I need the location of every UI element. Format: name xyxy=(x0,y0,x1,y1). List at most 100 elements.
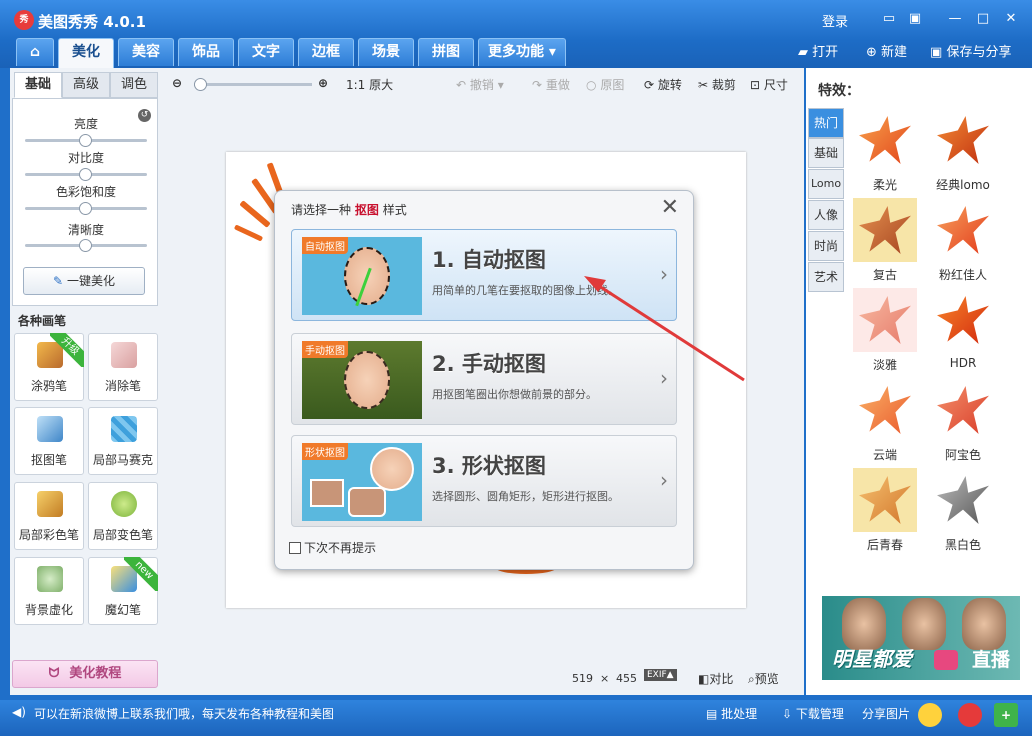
option-shape-cutout[interactable]: 形状抠图 3. 形状抠图 选择圆形、圆角矩形，矩形进行抠图。 › xyxy=(291,435,677,527)
one-key-beautify-button[interactable]: ✎ 一键美化 xyxy=(23,267,145,295)
brush-magic[interactable]: new 魔幻笔 xyxy=(88,557,158,625)
zoom-knob[interactable] xyxy=(194,78,207,91)
qzone-icon[interactable] xyxy=(918,703,942,727)
login-link[interactable]: 登录 xyxy=(822,11,848,30)
slider-contrast[interactable] xyxy=(25,168,147,181)
resize-button[interactable]: ⊡ 尺寸 xyxy=(750,76,788,93)
brush-doodle[interactable]: 升级 涂鸦笔 xyxy=(14,333,84,401)
effects-title: 特效： xyxy=(818,83,860,99)
brush-cutout[interactable]: 抠图笔 xyxy=(14,407,84,475)
tab-accessories[interactable]: 饰品 xyxy=(178,38,234,66)
subtab-color[interactable]: 调色 xyxy=(110,72,158,98)
brush-section-title: 各种画笔 xyxy=(18,314,67,328)
effect-soft-light[interactable]: 柔光 xyxy=(850,108,920,193)
left-panel: 基础 高级 调色 ↺ 亮度 对比度 色彩饱和度 清晰度 ✎ 一键美化 各种画笔 … xyxy=(10,68,162,695)
effect-classic-lomo[interactable]: 经典lomo xyxy=(928,108,998,193)
exif-button[interactable]: EXIF▲ xyxy=(644,669,677,681)
tab-text[interactable]: 文字 xyxy=(238,38,294,66)
feedback-icon[interactable]: ▭ xyxy=(880,11,898,27)
zoom-out-icon[interactable]: ⊖ xyxy=(172,76,182,90)
undo-button[interactable]: ↶ 撤销 ▾ xyxy=(456,76,504,93)
zoom-slider[interactable] xyxy=(194,78,312,91)
slider-knob[interactable] xyxy=(79,202,92,215)
menu-icon[interactable]: ▣ xyxy=(906,11,924,27)
flame-stroke xyxy=(239,200,271,228)
home-icon[interactable]: ⌂ xyxy=(16,38,54,66)
brush-eraser[interactable]: 消除笔 xyxy=(88,333,158,401)
subtab-advanced[interactable]: 高级 xyxy=(62,72,110,98)
brush-mosaic[interactable]: 局部马赛克 xyxy=(88,407,158,475)
effect-black-white[interactable]: 黑白色 xyxy=(928,468,998,553)
original-button[interactable]: ○ 原图 xyxy=(586,76,624,93)
plus-icon: ⊕ xyxy=(866,45,877,60)
header: 秀 美图秀秀 4.0.1 登录 ▭ ▣ — □ ✕ ⌂ 美化 美容 饰品 文字 … xyxy=(0,0,1032,68)
compare-button[interactable]: ◧对比 xyxy=(698,670,733,687)
slider-knob[interactable] xyxy=(79,239,92,252)
tab-beautify[interactable]: 美化 xyxy=(58,38,114,68)
slider-knob[interactable] xyxy=(79,168,92,181)
image-width: 519 xyxy=(572,672,593,685)
crop-button[interactable]: ✂ 裁剪 xyxy=(698,76,736,93)
tab-beauty[interactable]: 美容 xyxy=(118,38,174,66)
slider-sharpness[interactable] xyxy=(25,239,147,252)
eagle-image xyxy=(859,386,911,434)
brush-recolor[interactable]: 局部变色笔 xyxy=(88,482,158,550)
tutorial-button[interactable]: ᗢ 美化教程 xyxy=(12,660,158,688)
open-button[interactable]: ▰ 打开 xyxy=(798,41,838,60)
preview-button[interactable]: ⌕预览 xyxy=(748,670,779,687)
folder-icon: ▰ xyxy=(798,45,808,60)
category-portrait[interactable]: 人像 xyxy=(808,200,844,230)
maximize-icon[interactable]: □ xyxy=(974,11,992,27)
batch-button[interactable]: ▤ 批处理 xyxy=(706,705,757,722)
tab-frames[interactable]: 边框 xyxy=(298,38,354,66)
download-manager-button[interactable]: ⇩ 下载管理 xyxy=(782,705,844,722)
effect-retro[interactable]: 复古 xyxy=(850,198,920,283)
subtab-basic[interactable]: 基础 xyxy=(14,72,62,98)
new-button[interactable]: ⊕ 新建 xyxy=(866,41,907,60)
option-manual-cutout[interactable]: 手动抠图 2. 手动抠图 用抠图笔圈出你想做前景的部分。 › xyxy=(291,333,677,425)
tab-scenes[interactable]: 场景 xyxy=(358,38,414,66)
no-remind-checkbox[interactable]: 下次不再提示 xyxy=(289,539,376,556)
option-auto-cutout[interactable]: 自动抠图 1. 自动抠图 用简单的几笔在要抠取的图像上划线。 › xyxy=(291,229,677,321)
weibo-icon[interactable] xyxy=(958,703,982,727)
brush-blur-bg[interactable]: 背景虚化 xyxy=(14,557,84,625)
effect-pink-lady[interactable]: 粉红佳人 xyxy=(928,198,998,283)
effect-label: 柔光 xyxy=(872,178,897,192)
checkbox-box[interactable] xyxy=(289,542,301,554)
redo-button[interactable]: ↷ 重做 xyxy=(532,76,570,93)
slider-label-saturation: 色彩饱和度 xyxy=(55,185,116,199)
ad-cta: 直播 xyxy=(971,649,1010,671)
close-icon[interactable]: ✕ xyxy=(1002,11,1020,27)
app-window: 秀 美图秀秀 4.0.1 登录 ▭ ▣ — □ ✕ ⌂ 美化 美容 饰品 文字 … xyxy=(0,0,1032,736)
effect-thumbnail xyxy=(853,288,917,352)
add-share-icon[interactable]: + xyxy=(994,703,1018,727)
category-hot[interactable]: 热门 xyxy=(808,108,844,138)
tab-more[interactable]: 更多功能 ▾ xyxy=(478,38,566,66)
category-fashion[interactable]: 时尚 xyxy=(808,231,844,261)
slider-knob[interactable] xyxy=(79,134,92,147)
effect-post-youth[interactable]: 后青春 xyxy=(850,468,920,553)
dialog-close-icon[interactable]: ✕ xyxy=(661,195,679,220)
slider-brightness[interactable] xyxy=(25,134,147,147)
slider-saturation[interactable] xyxy=(25,202,147,215)
effect-elegant[interactable]: 淡雅 xyxy=(850,288,920,373)
save-share-button[interactable]: ▣ 保存与分享 xyxy=(930,41,1011,60)
effect-cloud[interactable]: 云端 xyxy=(850,378,920,463)
batch-icon: ▤ xyxy=(706,707,718,721)
original-size-button[interactable]: 1:1 原大 xyxy=(346,76,393,93)
status-bar: ◀) 可以在新浪微博上联系我们哦，每天发布各种教程和美图 ▤ 批处理 ⇩ 下载管… xyxy=(0,700,1032,736)
tab-collage[interactable]: 拼图 xyxy=(418,38,474,66)
slider-label-brightness: 亮度 xyxy=(73,117,98,131)
ad-banner[interactable]: 明星都爱 直播 xyxy=(822,596,1020,680)
category-basic[interactable]: 基础 xyxy=(808,138,844,168)
effect-abao[interactable]: 阿宝色 xyxy=(928,378,998,463)
zoom-in-icon[interactable]: ⊕ xyxy=(318,76,328,90)
option-description: 用抠图笔圈出你想做前景的部分。 xyxy=(432,388,597,401)
category-art[interactable]: 艺术 xyxy=(808,262,844,292)
rotate-button[interactable]: ⟳ 旋转 xyxy=(644,76,682,93)
minimize-icon[interactable]: — xyxy=(946,11,964,27)
brush-color[interactable]: 局部彩色笔 xyxy=(14,482,84,550)
status-message[interactable]: 可以在新浪微博上联系我们哦，每天发布各种教程和美图 xyxy=(34,705,334,722)
effect-hdr[interactable]: HDR xyxy=(928,288,998,370)
category-lomo[interactable]: Lomo xyxy=(808,169,844,199)
